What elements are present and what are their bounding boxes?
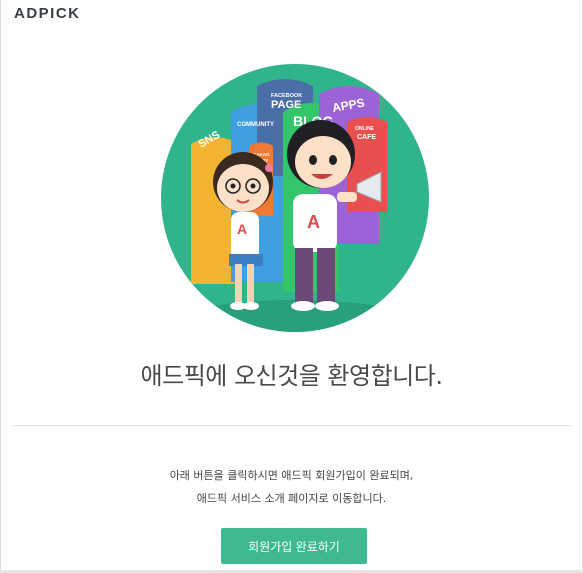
bubble-label-cafe: CAFE	[357, 134, 376, 141]
boy-shirt-letter: A	[307, 212, 320, 232]
description-line-1: 아래 버튼을 클릭하시면 애드픽 회원가입이 완료되며,	[169, 469, 414, 482]
bubble-label-page: PAGE	[271, 99, 301, 111]
complete-signup-button[interactable]: 회원가입 완료하기	[221, 528, 367, 564]
adpick-logo: ADPICK	[14, 5, 81, 22]
description-line-2: 애드픽 서비스 소개 페이지로 이동합니다.	[196, 492, 387, 505]
section-divider	[13, 425, 571, 426]
signup-description: 아래 버튼을 클릭하시면 애드픽 회원가입이 완료되며, 애드픽 서비스 소개 …	[0, 464, 583, 510]
welcome-heading: 애드픽에 오신것을 환영합니다.	[140, 362, 443, 390]
bubble-label-community: COMMUNITY	[237, 122, 274, 128]
welcome-illustration: SNS COMMUNITY FACEBOOK PAGE BLOG APPS ON…	[161, 64, 429, 332]
girl-shirt-letter: A	[237, 221, 247, 237]
bubble-label-online: ONLINE	[355, 126, 375, 132]
